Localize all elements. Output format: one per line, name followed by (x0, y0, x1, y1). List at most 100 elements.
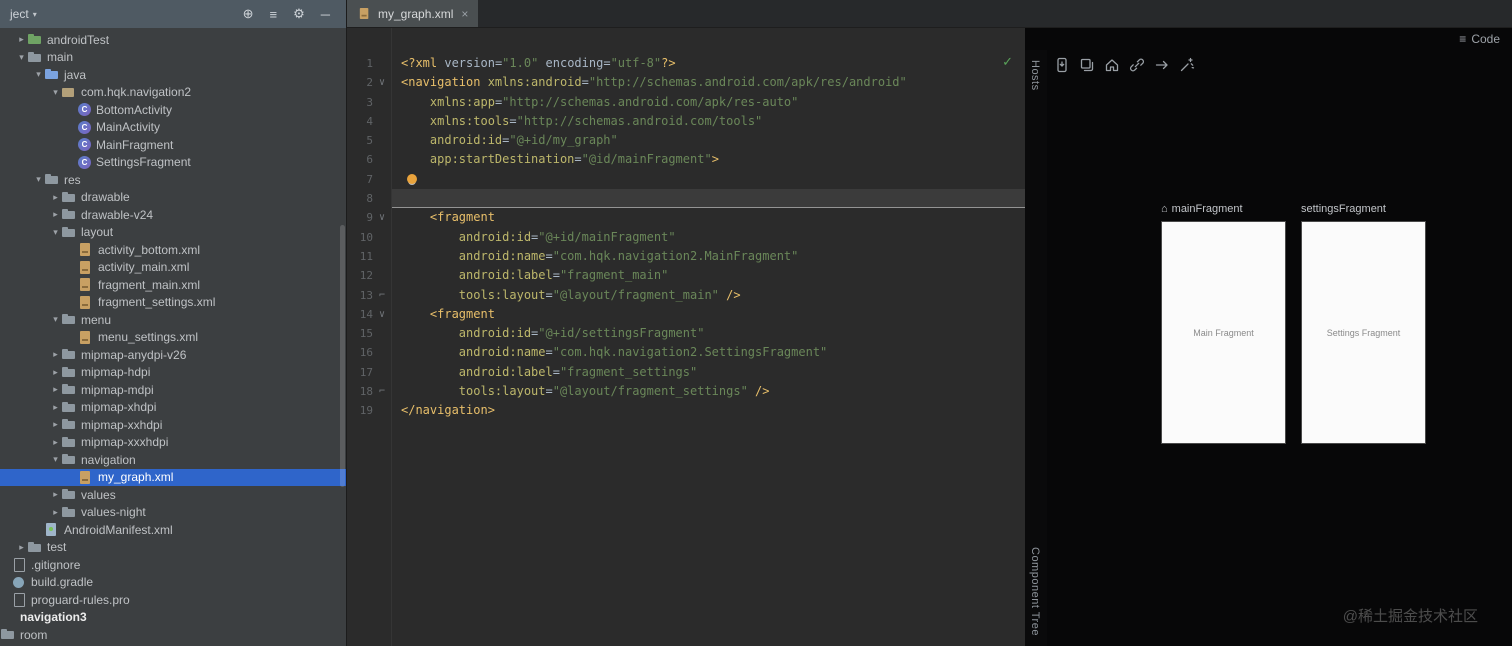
tree-item-java[interactable]: ▾ java (0, 66, 346, 84)
tree-item-bottomactivity[interactable]: C BottomActivity (0, 101, 346, 119)
fragment-preview-settingsFragment[interactable]: settingsFragment Settings Fragment (1301, 202, 1426, 444)
chevron-right-icon[interactable]: ▸ (50, 349, 61, 360)
tree-item-drawable-v24[interactable]: ▸ drawable-v24 (0, 206, 346, 224)
tree-item-activity-main-xml[interactable]: activity_main.xml (0, 259, 346, 277)
code-text[interactable]: <fragment (391, 305, 1025, 324)
chevron-right-icon[interactable]: ▸ (50, 384, 61, 395)
chevron-down-icon[interactable]: ▾ (50, 314, 61, 325)
tree-item-mainactivity[interactable]: C MainActivity (0, 119, 346, 137)
tree-item-mainfragment[interactable]: C MainFragment (0, 136, 346, 154)
chevron-right-icon[interactable]: ▸ (50, 402, 61, 413)
tree-item-main[interactable]: ▾ main (0, 49, 346, 67)
tree-item-menu-settings-xml[interactable]: menu_settings.xml (0, 329, 346, 347)
action-arrow-icon[interactable] (1154, 57, 1170, 73)
code-text[interactable]: xmlns:app="http://schemas.android.com/ap… (391, 93, 1025, 112)
link-destination-icon[interactable] (1129, 57, 1145, 73)
chevron-right-icon[interactable]: ▸ (50, 367, 61, 378)
tree-item-my-graph-xml[interactable]: my_graph.xml (0, 468, 346, 486)
fold-end-icon[interactable]: ⌐ (373, 382, 391, 401)
chevron-down-icon[interactable]: ▾ (16, 52, 27, 63)
project-view-selector[interactable]: ject (10, 7, 29, 21)
tree-item-room[interactable]: room (0, 626, 346, 644)
copy-icon[interactable] (1079, 57, 1095, 73)
tree-item-build-gradle[interactable]: build.gradle (0, 574, 346, 592)
code-text[interactable] (391, 170, 1025, 189)
fold-open-icon[interactable]: ∨ (373, 208, 391, 227)
chevron-right-icon[interactable]: ▸ (50, 507, 61, 518)
code-text[interactable]: <fragment (391, 208, 1025, 227)
tree-item-mipmap-xhdpi[interactable]: ▸ mipmap-xhdpi (0, 399, 346, 417)
chevron-right-icon[interactable]: ▸ (16, 34, 27, 45)
home-icon[interactable] (1104, 57, 1120, 73)
chevron-down-icon[interactable]: ▾ (33, 174, 44, 185)
design-canvas[interactable]: @稀土掘金技术社区 ⌂ mainFragment Main Fragment sett… (1047, 50, 1512, 646)
code-text[interactable]: android:id="@+id/settingsFragment" (391, 324, 1025, 343)
code-editor[interactable]: 1 <?xml version="1.0" encoding="utf-8"?> 2… (347, 28, 1025, 646)
tree-item-mipmap-mdpi[interactable]: ▸ mipmap-mdpi (0, 381, 346, 399)
tree-item-mipmap-anydpi-v26[interactable]: ▸ mipmap-anydpi-v26 (0, 346, 346, 364)
tree-item-com-hqk-navigation2[interactable]: ▾ com.hqk.navigation2 (0, 84, 346, 102)
tree-item-androidtest[interactable]: ▸ androidTest (0, 31, 346, 49)
chevron-right-icon[interactable]: ▸ (16, 542, 27, 553)
chevron-right-icon[interactable]: ▸ (50, 489, 61, 500)
tree-item-gitignore[interactable]: .gitignore (0, 556, 346, 574)
code-text[interactable]: </navigation> (391, 401, 1025, 420)
fragment-screen[interactable]: Main Fragment (1161, 221, 1286, 444)
tree-item-navigation[interactable]: ▾ navigation (0, 451, 346, 469)
code-text[interactable]: tools:layout="@layout/fragment_main" /> (391, 286, 1025, 305)
code-mode-label[interactable]: Code (1471, 32, 1500, 46)
tree-item-drawable[interactable]: ▸ drawable (0, 189, 346, 207)
chevron-down-icon[interactable]: ▾ (33, 10, 37, 19)
chevron-down-icon[interactable]: ▾ (50, 454, 61, 465)
intention-bulb-icon[interactable] (407, 173, 417, 184)
code-text[interactable]: android:label="fragment_main" (391, 266, 1025, 285)
chevron-down-icon[interactable]: ▾ (50, 87, 61, 98)
auto-arrange-icon[interactable] (1179, 57, 1195, 73)
code-view-icon[interactable]: ≡ (1459, 32, 1466, 46)
tree-item-fragment-settings-xml[interactable]: fragment_settings.xml (0, 294, 346, 312)
close-icon[interactable]: × (461, 7, 468, 21)
project-tree-scrollbar[interactable] (340, 225, 345, 487)
code-text[interactable]: android:id="@+id/my_graph" (391, 131, 1025, 150)
fragment-screen[interactable]: Settings Fragment (1301, 221, 1426, 444)
tree-item-mipmap-xxxhdpi[interactable]: ▸ mipmap-xxxhdpi (0, 434, 346, 452)
fold-end-icon[interactable]: ⌐ (373, 286, 391, 305)
tree-item-values-night[interactable]: ▸ values-night (0, 504, 346, 522)
locate-icon[interactable]: ⊕ (243, 6, 254, 22)
inspection-check-icon[interactable]: ✓ (1002, 55, 1013, 68)
code-text[interactable]: android:label="fragment_settings" (391, 363, 1025, 382)
code-text[interactable]: xmlns:tools="http://schemas.android.com/… (391, 112, 1025, 131)
code-text[interactable]: <?xml version="1.0" encoding="utf-8"?> (391, 54, 1025, 73)
tree-item-settingsfragment[interactable]: C SettingsFragment (0, 154, 346, 172)
fold-open-icon[interactable]: ∨ (373, 73, 391, 92)
tree-item-proguard-rules-pro[interactable]: proguard-rules.pro (0, 591, 346, 609)
tree-item-androidmanifest-xml[interactable]: AndroidManifest.xml (0, 521, 346, 539)
tool-window-button-component-tree[interactable]: Component Tree (1029, 547, 1041, 636)
chevron-down-icon[interactable]: ▾ (50, 227, 61, 238)
chevron-right-icon[interactable]: ▸ (50, 437, 61, 448)
tree-item-res[interactable]: ▾ res (0, 171, 346, 189)
code-text[interactable] (391, 189, 1025, 209)
tab-my-graph-xml[interactable]: my_graph.xml × (347, 0, 479, 27)
tree-item-fragment-main-xml[interactable]: fragment_main.xml (0, 276, 346, 294)
fragment-preview-mainFragment[interactable]: ⌂ mainFragment Main Fragment (1161, 202, 1286, 444)
chevron-right-icon[interactable]: ▸ (50, 419, 61, 430)
tree-item-mipmap-xxhdpi[interactable]: ▸ mipmap-xxhdpi (0, 416, 346, 434)
code-text[interactable]: tools:layout="@layout/fragment_settings"… (391, 382, 1025, 401)
tree-item-mipmap-hdpi[interactable]: ▸ mipmap-hdpi (0, 364, 346, 382)
expand-all-icon[interactable]: ≡ (270, 7, 278, 22)
settings-gear-icon[interactable]: ⚙ (293, 6, 305, 22)
code-text[interactable]: android:name="com.hqk.navigation2.Settin… (391, 343, 1025, 362)
code-text[interactable]: app:startDestination="@id/mainFragment"> (391, 150, 1025, 169)
tree-item-navigation3[interactable]: navigation3 (0, 609, 346, 627)
code-text[interactable]: android:name="com.hqk.navigation2.MainFr… (391, 247, 1025, 266)
tree-item-layout[interactable]: ▾ layout (0, 224, 346, 242)
deploy-device-icon[interactable] (1054, 57, 1070, 73)
chevron-right-icon[interactable]: ▸ (50, 192, 61, 203)
code-text[interactable]: <navigation xmlns:android="http://schema… (391, 73, 1025, 92)
fold-open-icon[interactable]: ∨ (373, 305, 391, 324)
hide-panel-icon[interactable]: ─ (321, 7, 330, 22)
tree-item-test[interactable]: ▸ test (0, 539, 346, 557)
tree-item-values[interactable]: ▸ values (0, 486, 346, 504)
chevron-down-icon[interactable]: ▾ (33, 69, 44, 80)
